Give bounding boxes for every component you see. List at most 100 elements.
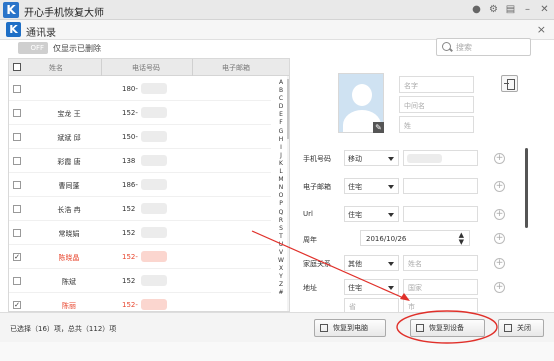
restore-to-device-label: 恢复到设备 — [429, 324, 464, 332]
selection-status: 已选择（16）项，总共（112）项 — [10, 325, 117, 333]
table-row[interactable]: 常晓娟 152 — [9, 221, 271, 245]
restore-to-computer-button[interactable]: 恢复到电脑 — [314, 319, 386, 337]
middle-name-field[interactable]: 中间名 — [399, 96, 474, 113]
column-header-email[interactable]: 电子邮箱 — [222, 63, 250, 73]
minimize-icon[interactable]: – — [522, 4, 533, 15]
column-header-name[interactable]: 姓名 — [49, 63, 63, 73]
first-name-field[interactable]: 名字 — [399, 76, 474, 93]
family-name-placeholder: 姓名 — [408, 260, 422, 268]
alphabet-letter[interactable]: T — [275, 233, 287, 241]
alphabet-letter[interactable]: K — [275, 160, 287, 168]
row-checkbox[interactable] — [13, 85, 21, 93]
import-button[interactable] — [501, 75, 518, 92]
alphabet-letter[interactable]: J — [275, 152, 287, 160]
add-email-icon[interactable]: + — [494, 181, 505, 192]
settings-icon[interactable]: ⚙ — [488, 4, 499, 15]
deleted-only-label: 仅显示已删除 — [53, 44, 101, 53]
table-row[interactable]: 斌斌 邱 150- — [9, 125, 271, 149]
date-spinner-icon[interactable]: ▲ ▼ — [459, 232, 464, 246]
restore-to-device-button[interactable]: 恢复到设备 — [410, 319, 485, 337]
address-country-field[interactable]: 国家 — [403, 279, 478, 295]
row-checkbox[interactable] — [13, 277, 21, 285]
table-row[interactable]: 曹同蓬 186- — [9, 173, 271, 197]
table-row[interactable]: 长浩 冉 152 — [9, 197, 271, 221]
last-name-field[interactable]: 姓 — [399, 116, 474, 133]
anniversary-date-picker[interactable]: 2016/10/26 ▲ ▼ — [360, 230, 470, 246]
table-row[interactable]: 陈斌 152 — [9, 269, 271, 293]
row-checkbox[interactable]: ✓ — [13, 253, 21, 261]
alphabet-letter[interactable]: P — [275, 200, 287, 208]
row-checkbox[interactable] — [13, 109, 21, 117]
table-row[interactable]: ✓ 陈晓晶 152- — [9, 245, 271, 269]
search-input[interactable]: 搜索 — [436, 38, 531, 56]
phone-redacted — [141, 83, 167, 94]
row-checkbox[interactable] — [13, 229, 21, 237]
module-close-button[interactable]: × — [537, 23, 546, 36]
alphabet-letter[interactable]: X — [275, 265, 287, 273]
add-address-icon[interactable]: + — [494, 282, 505, 293]
url-value-field[interactable] — [403, 206, 478, 222]
contact-name: 陈晓晶 — [58, 254, 80, 262]
row-checkbox[interactable] — [13, 157, 21, 165]
alphabet-letter[interactable]: Z — [275, 281, 287, 289]
family-type-dropdown[interactable]: 其他 — [344, 255, 399, 271]
contact-phone: 150- — [122, 133, 138, 141]
alphabet-letter[interactable]: I — [275, 144, 287, 152]
alphabet-letter[interactable]: C — [275, 95, 287, 103]
alphabet-letter[interactable]: Y — [275, 273, 287, 281]
row-checkbox[interactable] — [13, 181, 21, 189]
phone-type-dropdown[interactable]: 移动 — [344, 150, 399, 166]
family-type-value: 其他 — [348, 260, 362, 268]
family-name-field[interactable]: 姓名 — [403, 255, 478, 271]
alphabet-letter[interactable]: Q — [275, 209, 287, 217]
row-checkbox[interactable]: ✓ — [13, 301, 21, 309]
phone-value-field[interactable] — [403, 150, 478, 166]
add-anniversary-icon[interactable]: + — [494, 233, 505, 244]
table-row[interactable]: 宝龙 王 152- — [9, 101, 271, 125]
alphabet-letter[interactable]: U — [275, 241, 287, 249]
alphabet-letter[interactable]: M — [275, 176, 287, 184]
row-checkbox[interactable] — [13, 205, 21, 213]
alphabet-letter[interactable]: A — [275, 79, 287, 87]
alphabet-letter[interactable]: D — [275, 103, 287, 111]
detail-scrollbar-thumb[interactable] — [525, 148, 528, 228]
close-icon[interactable]: ✕ — [539, 4, 550, 15]
alphabet-letter[interactable]: H — [275, 136, 287, 144]
contact-name: 斌斌 邱 — [57, 134, 81, 142]
email-type-dropdown[interactable]: 住宅 — [344, 178, 399, 194]
edit-avatar-icon[interactable]: ✎ — [373, 122, 384, 133]
phone-redacted — [141, 227, 167, 238]
alphabet-letter[interactable]: E — [275, 111, 287, 119]
alphabet-letter[interactable]: B — [275, 87, 287, 95]
list-header: 姓名 电话号码 电子邮箱 — [9, 59, 289, 76]
email-value-field[interactable] — [403, 178, 478, 194]
alphabet-letter[interactable]: V — [275, 249, 287, 257]
table-row[interactable]: 彩霞 唐 138 — [9, 149, 271, 173]
alphabet-letter[interactable]: S — [275, 225, 287, 233]
alphabet-letter[interactable]: W — [275, 257, 287, 265]
contact-name: 彩霞 唐 — [57, 158, 81, 166]
table-row[interactable]: ✓ 陈丽 152- — [9, 293, 271, 311]
alphabet-letter[interactable]: O — [275, 192, 287, 200]
alphabet-letter[interactable]: G — [275, 128, 287, 136]
row-checkbox[interactable] — [13, 133, 21, 141]
menu-icon[interactable]: ▤ — [505, 4, 516, 15]
add-family-icon[interactable]: + — [494, 258, 505, 269]
column-header-phone[interactable]: 电话号码 — [132, 63, 160, 73]
table-row[interactable]: 180- — [9, 77, 271, 101]
alphabet-letter[interactable]: # — [275, 289, 287, 297]
add-phone-icon[interactable]: + — [494, 153, 505, 164]
url-type-dropdown[interactable]: 住宅 — [344, 206, 399, 222]
chat-icon[interactable]: ● — [471, 4, 482, 15]
address-type-dropdown[interactable]: 住宅 — [344, 279, 399, 295]
add-url-icon[interactable]: + — [494, 209, 505, 220]
deleted-only-toggle[interactable]: OFF — [18, 42, 48, 54]
alphabet-letter[interactable]: N — [275, 184, 287, 192]
close-button[interactable]: 关闭 — [498, 319, 544, 337]
select-all-checkbox[interactable] — [13, 63, 21, 71]
alphabet-letter[interactable]: R — [275, 217, 287, 225]
alphabet-letter[interactable]: F — [275, 119, 287, 127]
exit-icon — [504, 324, 512, 332]
alphabet-letter[interactable]: L — [275, 168, 287, 176]
restore-device-icon — [416, 324, 424, 332]
